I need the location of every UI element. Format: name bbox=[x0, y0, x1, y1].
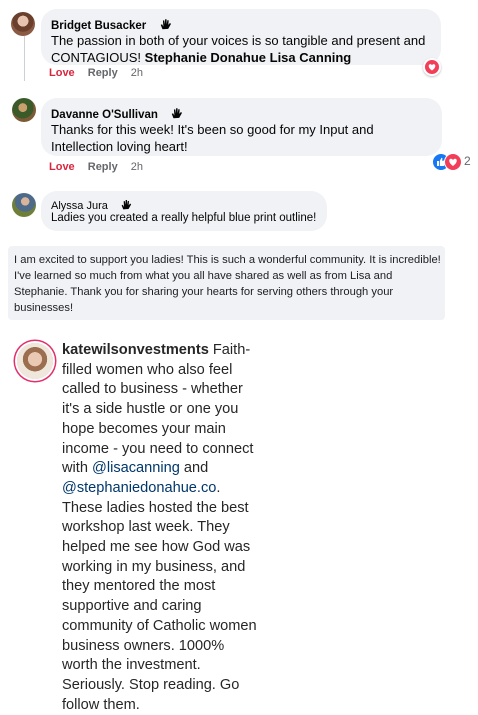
avatar[interactable] bbox=[11, 12, 35, 36]
comment-bubble: I am excited to support you ladies! This… bbox=[8, 246, 445, 320]
comment-actions: Love Reply 2h bbox=[49, 161, 153, 173]
avatar[interactable] bbox=[17, 343, 53, 379]
instagram-text: Faith-filled women who also feel called … bbox=[62, 342, 254, 477]
reaction-summary[interactable]: 2 bbox=[432, 152, 472, 171]
comment-bubble: Davanne O'Sullivan Thanks for this week!… bbox=[41, 98, 442, 156]
comment-author[interactable]: Bridget Busacker bbox=[51, 20, 146, 32]
timestamp[interactable]: 2h bbox=[131, 67, 143, 79]
comment-text: Thanks for this week! It's been so good … bbox=[51, 122, 374, 154]
love-link[interactable]: Love bbox=[49, 67, 75, 79]
timestamp[interactable]: 2h bbox=[131, 161, 143, 173]
comment-bubble: Bridget Busacker The passion in both of … bbox=[41, 9, 441, 65]
comment-author[interactable]: Davanne O'Sullivan bbox=[51, 109, 158, 121]
comment-actions: Love Reply 2h bbox=[49, 67, 153, 79]
reaction-count: 2 bbox=[464, 154, 471, 168]
comment-text: I am excited to support you ladies! This… bbox=[14, 254, 441, 314]
thread-line bbox=[24, 36, 25, 81]
mention-link[interactable]: @stephaniedonahue.co bbox=[62, 480, 216, 496]
avatar[interactable] bbox=[12, 193, 36, 217]
reply-link[interactable]: Reply bbox=[88, 161, 118, 173]
mention-link[interactable]: @lisacanning bbox=[92, 460, 180, 476]
instagram-comment: katewilsonvestments Faith-filled women w… bbox=[62, 341, 262, 715]
avatar[interactable] bbox=[12, 98, 36, 122]
comment-text: Ladies you created a really helpful blue… bbox=[51, 212, 317, 224]
reply-link[interactable]: Reply bbox=[88, 67, 118, 79]
comment-bubble: Alyssa Jura Ladies you created a really … bbox=[41, 191, 327, 231]
love-reaction-icon bbox=[444, 153, 462, 171]
love-reaction-icon[interactable] bbox=[423, 58, 441, 76]
tagged-names[interactable]: Stephanie Donahue Lisa Canning bbox=[145, 50, 352, 65]
love-link[interactable]: Love bbox=[49, 161, 75, 173]
instagram-text: and bbox=[183, 460, 209, 477]
instagram-username[interactable]: katewilsonvestments bbox=[62, 342, 209, 358]
instagram-text: . These ladies hosted the best workshop … bbox=[62, 479, 257, 713]
